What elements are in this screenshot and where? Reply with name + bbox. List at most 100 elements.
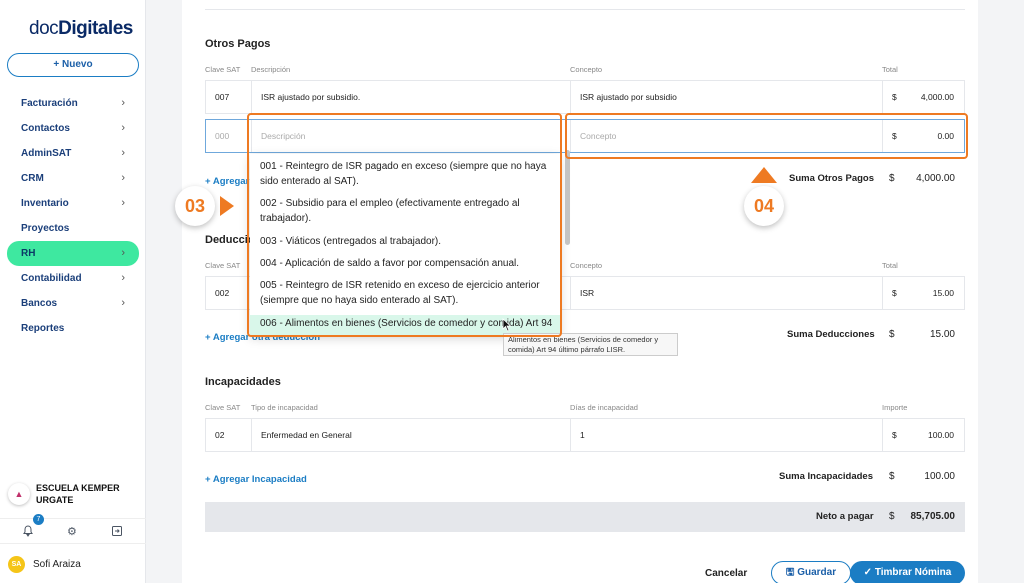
sidebar-item-rh[interactable]: RH ›	[7, 241, 139, 266]
tipo-cell[interactable]: Enfermedad en General	[252, 419, 571, 451]
sum-currency: $	[889, 471, 895, 482]
neto-value: 85,705.00	[910, 511, 956, 522]
sidebar-item-label: Contabilidad	[21, 273, 82, 284]
dias-cell[interactable]: 1	[571, 419, 883, 451]
column-header-descripcion: Descripción	[251, 65, 291, 74]
chevron-right-icon: ›	[121, 97, 125, 109]
neto-currency: $	[889, 511, 895, 522]
column-header-concepto: Concepto	[570, 65, 603, 74]
total-value: 4,000.00	[920, 92, 954, 102]
logo-bold-text: Digitales	[58, 18, 133, 39]
sum-deducciones-label: Suma Deducciones	[787, 329, 875, 340]
sidebar-item-label: AdminSAT	[21, 148, 72, 159]
add-otro-pago-link[interactable]: + Agregar	[205, 176, 249, 187]
column-header-clave: Clave SAT	[205, 65, 241, 74]
chevron-right-icon: ›	[121, 122, 125, 134]
clave-cell[interactable]: 02	[206, 419, 252, 451]
divider	[205, 9, 965, 10]
chevron-right-icon: ›	[121, 247, 125, 259]
sidebar-item-label: Bancos	[21, 298, 58, 309]
sidebar-item-inventario[interactable]: Inventario ›	[7, 191, 139, 216]
logo-light-text: doc	[29, 18, 59, 39]
organization-logo-icon: ▲	[8, 483, 30, 505]
column-header-clave: Clave SAT	[205, 403, 241, 412]
sidebar-item-label: Proyectos	[21, 223, 70, 234]
avatar: SA	[8, 556, 25, 573]
chevron-right-icon: ›	[121, 197, 125, 209]
section-title-otros-pagos: Otros Pagos	[205, 38, 271, 50]
table-row: 007 ISR ajustado por subsidio. ISR ajust…	[205, 80, 965, 114]
chevron-right-icon: ›	[121, 172, 125, 184]
new-button[interactable]: + Nuevo	[7, 53, 139, 77]
sum-otros-pagos-label: Suma Otros Pagos	[789, 173, 874, 184]
notification-badge: 7	[33, 514, 44, 525]
importe-cell[interactable]: $ 100.00	[883, 419, 964, 451]
organization-name: ESCUELA KEMPER URGATE	[36, 483, 120, 505]
add-incapacidad-link[interactable]: + Agregar Incapacidad	[205, 474, 307, 485]
sidebar-item-label: Facturación	[21, 98, 78, 109]
total-value: 15.00	[932, 288, 954, 298]
column-header-total: Total	[882, 261, 898, 270]
organization-switcher[interactable]: ▲ ESCUELA KEMPER URGATE	[8, 479, 144, 507]
annotation-arrow-right-icon	[220, 196, 234, 216]
sidebar-item-contabilidad[interactable]: Contabilidad ›	[7, 266, 139, 291]
annotation-callout-04: 04	[744, 186, 784, 226]
column-header-concepto: Concepto	[570, 261, 603, 270]
cancel-button[interactable]: Cancelar	[705, 568, 747, 579]
descripcion-cell[interactable]: ISR ajustado por subsidio.	[252, 81, 571, 113]
sum-deducciones-value: 15.00	[929, 329, 955, 340]
currency-symbol: $	[892, 430, 897, 440]
save-button[interactable]: 🖫 Guardar	[771, 561, 851, 583]
sum-currency: $	[889, 329, 895, 340]
chevron-right-icon: ›	[121, 297, 125, 309]
annotation-arrow-up-icon	[751, 167, 777, 183]
annotation-highlight-descripcion	[247, 113, 562, 337]
gear-icon[interactable]: ⚙	[67, 525, 77, 538]
concepto-cell[interactable]: ISR	[571, 277, 883, 309]
user-name: Sofi Araiza	[33, 559, 81, 570]
neto-label: Neto a pagar	[816, 511, 874, 522]
importe-value: 100.00	[928, 430, 954, 440]
annotation-callout-03: 03	[175, 186, 215, 226]
bell-icon[interactable]	[22, 525, 34, 540]
sidebar-item-label: Reportes	[21, 323, 65, 334]
total-cell[interactable]: $ 15.00	[883, 277, 964, 309]
stamp-payroll-button[interactable]: ✓ Timbrar Nómina	[850, 561, 965, 583]
column-header-total: Total	[882, 65, 898, 74]
save-icon: 🖫	[785, 567, 798, 578]
sidebar-item-contactos[interactable]: Contactos ›	[7, 116, 139, 141]
save-label: Guardar	[797, 567, 837, 578]
sidebar-item-label: CRM	[21, 173, 44, 184]
check-circle-icon: ✓	[863, 567, 875, 578]
sum-otros-pagos-value: 4,000.00	[916, 173, 955, 184]
stamp-label: Timbrar Nómina	[874, 567, 952, 578]
sidebar-nav: Facturación › Contactos › AdminSAT › CRM › I…	[7, 91, 139, 341]
clave-cell[interactable]: 007	[206, 81, 252, 113]
logout-icon[interactable]	[111, 525, 123, 540]
sidebar-item-label: Contactos	[21, 123, 70, 134]
table-row: 02 Enfermedad en General 1 $ 100.00	[205, 418, 965, 452]
app-logo[interactable]: docDigitales	[29, 18, 133, 40]
neto-bar: Neto a pagar $ 85,705.00	[205, 502, 965, 532]
sidebar-item-proyectos[interactable]: Proyectos	[7, 216, 139, 241]
column-header-importe: Importe	[882, 403, 908, 412]
clave-input[interactable]: 000	[206, 120, 252, 152]
sidebar-item-reportes[interactable]: Reportes	[7, 316, 139, 341]
sidebar-item-label: RH	[21, 248, 36, 259]
chevron-right-icon: ›	[121, 272, 125, 284]
sum-currency: $	[889, 173, 895, 184]
section-title-incapacidades: Incapacidades	[205, 376, 281, 388]
sum-incapacidades-value: 100.00	[924, 471, 955, 482]
sidebar-item-crm[interactable]: CRM ›	[7, 166, 139, 191]
clave-cell[interactable]: 002	[206, 277, 252, 309]
column-header-clave: Clave SAT	[205, 261, 241, 270]
currency-symbol: $	[892, 92, 897, 102]
sidebar-item-adminsat[interactable]: AdminSAT ›	[7, 141, 139, 166]
sidebar-item-facturacion[interactable]: Facturación ›	[7, 91, 139, 116]
concepto-cell[interactable]: ISR ajustado por subsidio	[571, 81, 883, 113]
sidebar-item-bancos[interactable]: Bancos ›	[7, 291, 139, 316]
total-cell[interactable]: $ 4,000.00	[883, 81, 964, 113]
sidebar-icon-row: 7 ⚙	[0, 514, 146, 544]
column-header-dias: Días de incapacidad	[570, 403, 638, 412]
dropdown-scrollbar[interactable]	[565, 150, 570, 245]
